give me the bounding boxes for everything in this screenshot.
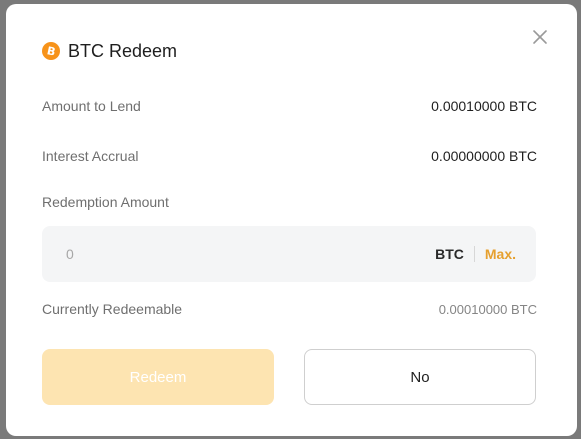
amount-to-lend-row: Amount to Lend 0.00010000 BTC bbox=[42, 96, 537, 116]
redemption-amount-field: BTC Max. bbox=[42, 226, 536, 282]
bitcoin-icon: B bbox=[42, 42, 60, 60]
currently-redeemable-label: Currently Redeemable bbox=[42, 301, 183, 317]
interest-accrual-label: Interest Accrual bbox=[42, 148, 139, 164]
modal-header: B BTC Redeem bbox=[42, 40, 177, 62]
redeem-button[interactable]: Redeem bbox=[42, 349, 274, 405]
redeem-modal: B BTC Redeem Amount to Lend 0.00010000 B… bbox=[6, 4, 577, 436]
close-button[interactable] bbox=[529, 26, 551, 48]
interest-accrual-row: Interest Accrual 0.00000000 BTC bbox=[42, 146, 537, 166]
max-button[interactable]: Max. bbox=[485, 246, 516, 262]
close-icon bbox=[533, 30, 547, 44]
currency-unit: BTC bbox=[435, 246, 464, 262]
amount-to-lend-value: 0.00010000 BTC bbox=[431, 98, 537, 114]
unit-divider bbox=[473, 246, 475, 262]
modal-title: BTC Redeem bbox=[68, 40, 178, 61]
no-button[interactable]: No bbox=[304, 349, 536, 405]
redemption-amount-label: Redemption Amount bbox=[42, 194, 169, 210]
currently-redeemable-value: 0.00010000 BTC bbox=[438, 301, 537, 317]
amount-to-lend-label: Amount to Lend bbox=[42, 98, 141, 114]
interest-accrual-value: 0.00000000 BTC bbox=[431, 148, 537, 164]
redemption-amount-input[interactable] bbox=[64, 245, 436, 263]
bitcoin-glyph: B bbox=[45, 43, 57, 59]
currently-redeemable-row: Currently Redeemable 0.00010000 BTC bbox=[42, 299, 537, 319]
